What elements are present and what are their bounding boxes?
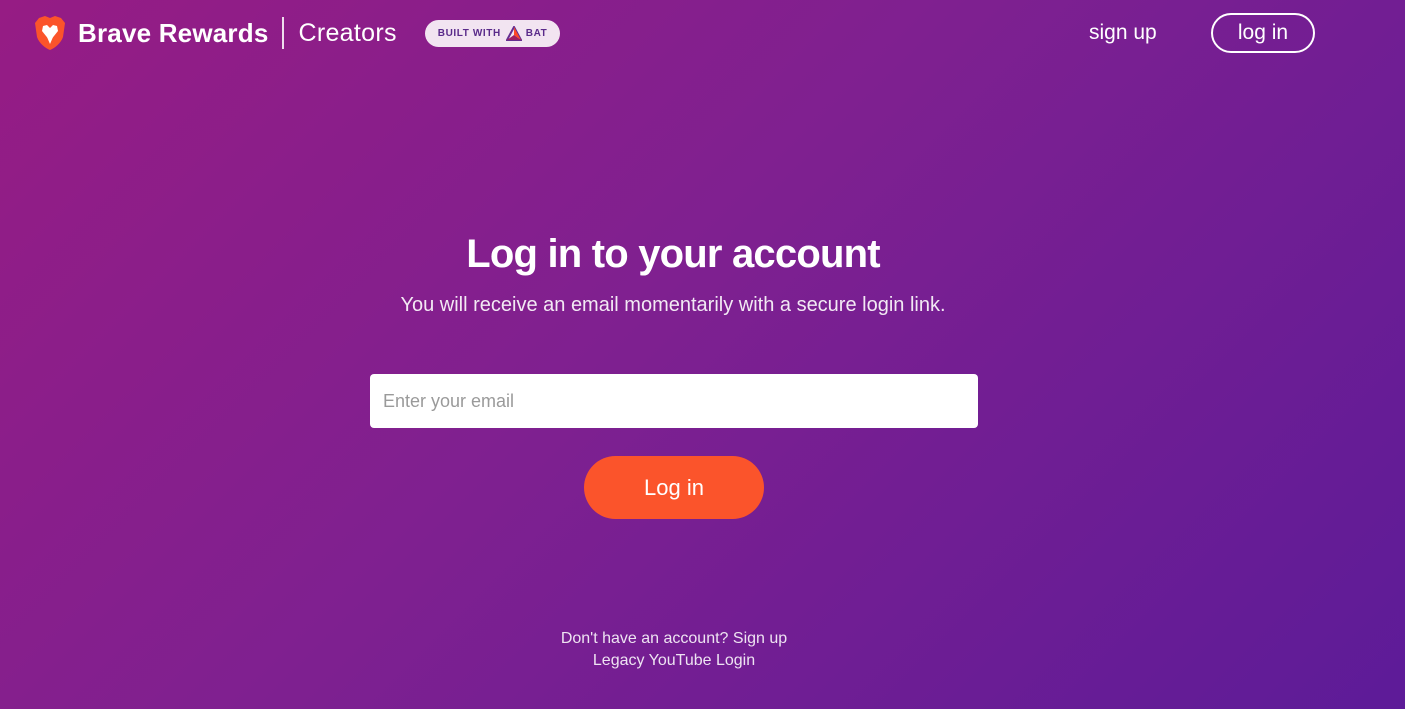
page-title: Log in to your account <box>466 232 880 276</box>
footer-signup-link[interactable]: Sign up <box>733 630 787 647</box>
login-submit-button[interactable]: Log in <box>584 456 764 519</box>
brand-divider <box>282 17 285 49</box>
legacy-youtube-login-link[interactable]: Legacy YouTube Login <box>0 650 1348 672</box>
top-header: Brave Rewards Creators BUILT WITH BAT si… <box>0 0 1405 66</box>
email-input[interactable] <box>370 374 978 428</box>
built-with-bat-badge[interactable]: BUILT WITH BAT <box>424 19 561 47</box>
badge-suffix: BAT <box>525 27 548 39</box>
no-account-text: Don't have an account? <box>560 630 729 647</box>
footer-signup-line: Don't have an account? Sign up <box>0 628 1348 650</box>
footer-links: Don't have an account? Sign up Legacy Yo… <box>0 628 1348 672</box>
brand-subtitle: Creators <box>298 18 397 47</box>
brand-name: Brave Rewards <box>78 17 269 48</box>
bat-triangle-icon <box>505 24 523 41</box>
brave-lion-icon <box>34 15 66 51</box>
badge-prefix: BUILT WITH <box>437 27 501 39</box>
nav-signup-link[interactable]: sign up <box>1089 21 1157 45</box>
nav-login-button[interactable]: log in <box>1211 13 1315 53</box>
brand-logo-group[interactable]: Brave Rewards Creators BUILT WITH BAT <box>34 14 561 52</box>
page-subtitle: You will receive an email momentarily wi… <box>400 294 946 316</box>
